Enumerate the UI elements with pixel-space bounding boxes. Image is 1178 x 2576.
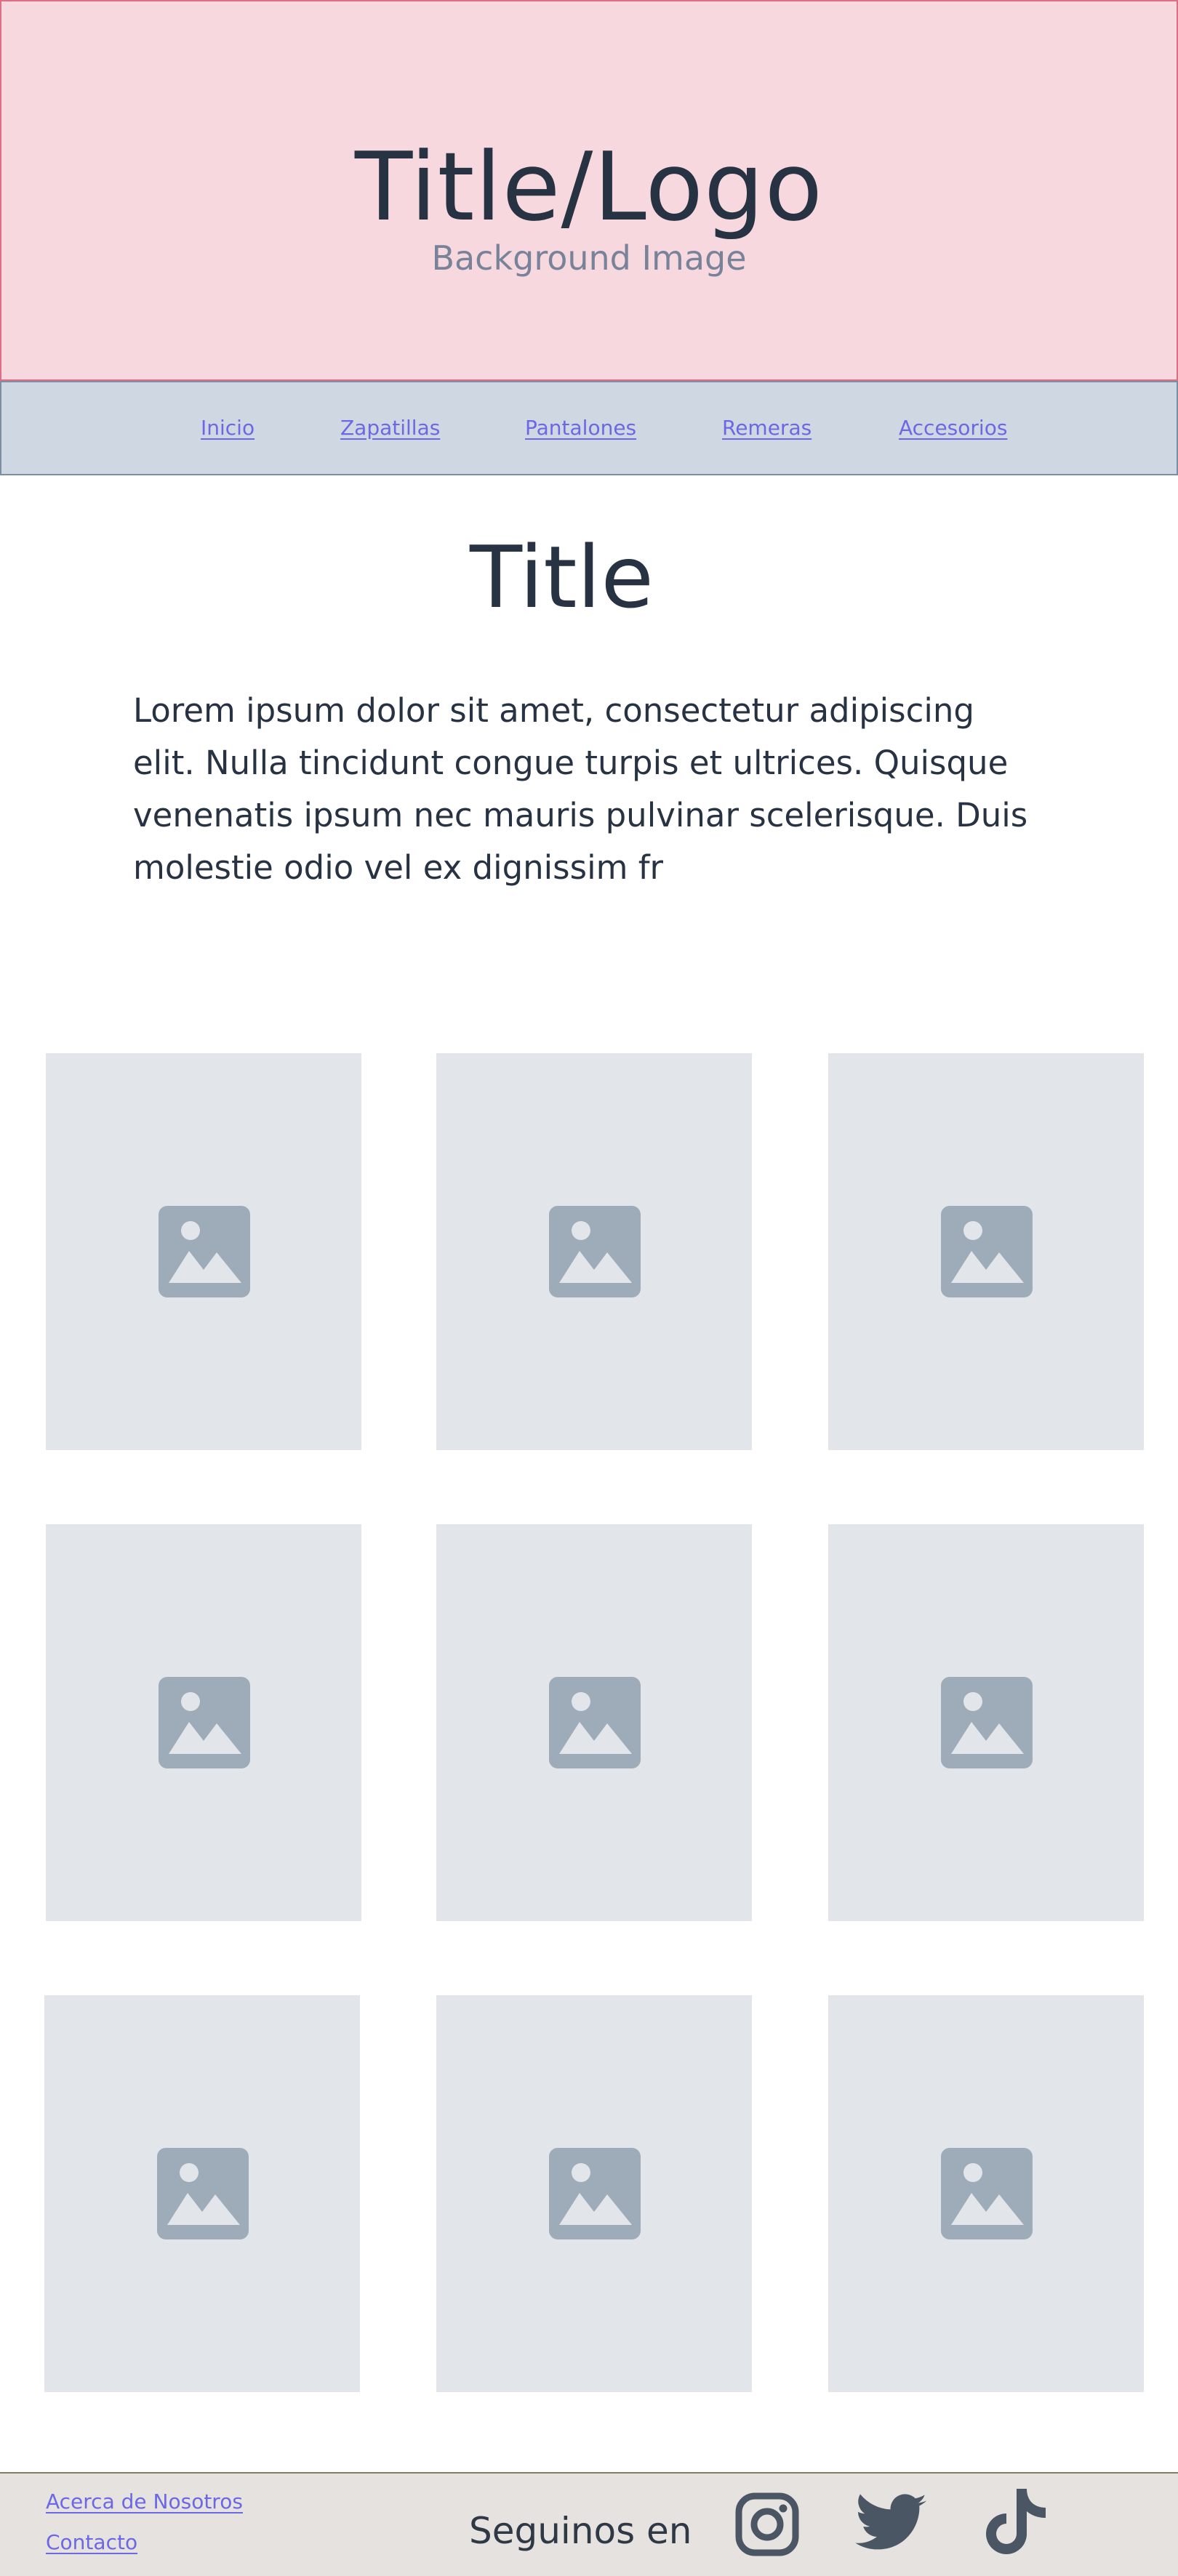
image-placeholder-icon [549, 1677, 641, 1768]
page-title: Title [470, 527, 654, 627]
gallery-item[interactable] [828, 1995, 1144, 2392]
twitter-icon[interactable] [855, 2490, 928, 2557]
image-placeholder-icon [941, 2148, 1033, 2239]
gallery-item[interactable] [436, 1995, 752, 2392]
intro-paragraph: Lorem ipsum dolor sit amet, consectetur … [133, 691, 1028, 887]
follow-us-label: Seguinos en [469, 2510, 692, 2552]
gallery-item[interactable] [436, 1524, 752, 1921]
header-subtitle: Background Image [431, 238, 747, 278]
footer-link-contact[interactable]: Contacto [46, 2530, 137, 2555]
main-navigation: Inicio Zapatillas Pantalones Remeras Acc… [0, 381, 1178, 475]
image-placeholder-icon [549, 1206, 641, 1297]
nav-item-remeras[interactable]: Remeras [722, 416, 812, 440]
image-placeholder-icon [941, 1677, 1033, 1768]
instagram-icon[interactable] [734, 2492, 800, 2557]
image-placeholder-icon [157, 2148, 249, 2239]
nav-item-pantalones[interactable]: Pantalones [525, 416, 636, 440]
gallery-item[interactable] [436, 1053, 752, 1450]
gallery-item[interactable] [46, 1053, 361, 1450]
image-placeholder-icon [159, 1206, 250, 1297]
image-placeholder-icon [941, 1206, 1033, 1297]
footer-link-about-us[interactable]: Acerca de Nosotros [46, 2490, 243, 2514]
image-placeholder-icon [549, 2148, 641, 2239]
image-placeholder-icon [159, 1677, 250, 1768]
header-banner: Title/Logo Background Image [0, 0, 1178, 381]
tiktok-icon[interactable] [980, 2486, 1053, 2559]
nav-item-zapatillas[interactable]: Zapatillas [340, 416, 440, 440]
gallery-item[interactable] [828, 1053, 1144, 1450]
gallery-item[interactable] [46, 1524, 361, 1921]
gallery-item[interactable] [828, 1524, 1144, 1921]
gallery-item[interactable] [44, 1995, 360, 2392]
nav-item-accesorios[interactable]: Accesorios [899, 416, 1007, 440]
nav-item-inicio[interactable]: Inicio [201, 416, 255, 440]
site-title-logo: Title/Logo [354, 132, 824, 242]
